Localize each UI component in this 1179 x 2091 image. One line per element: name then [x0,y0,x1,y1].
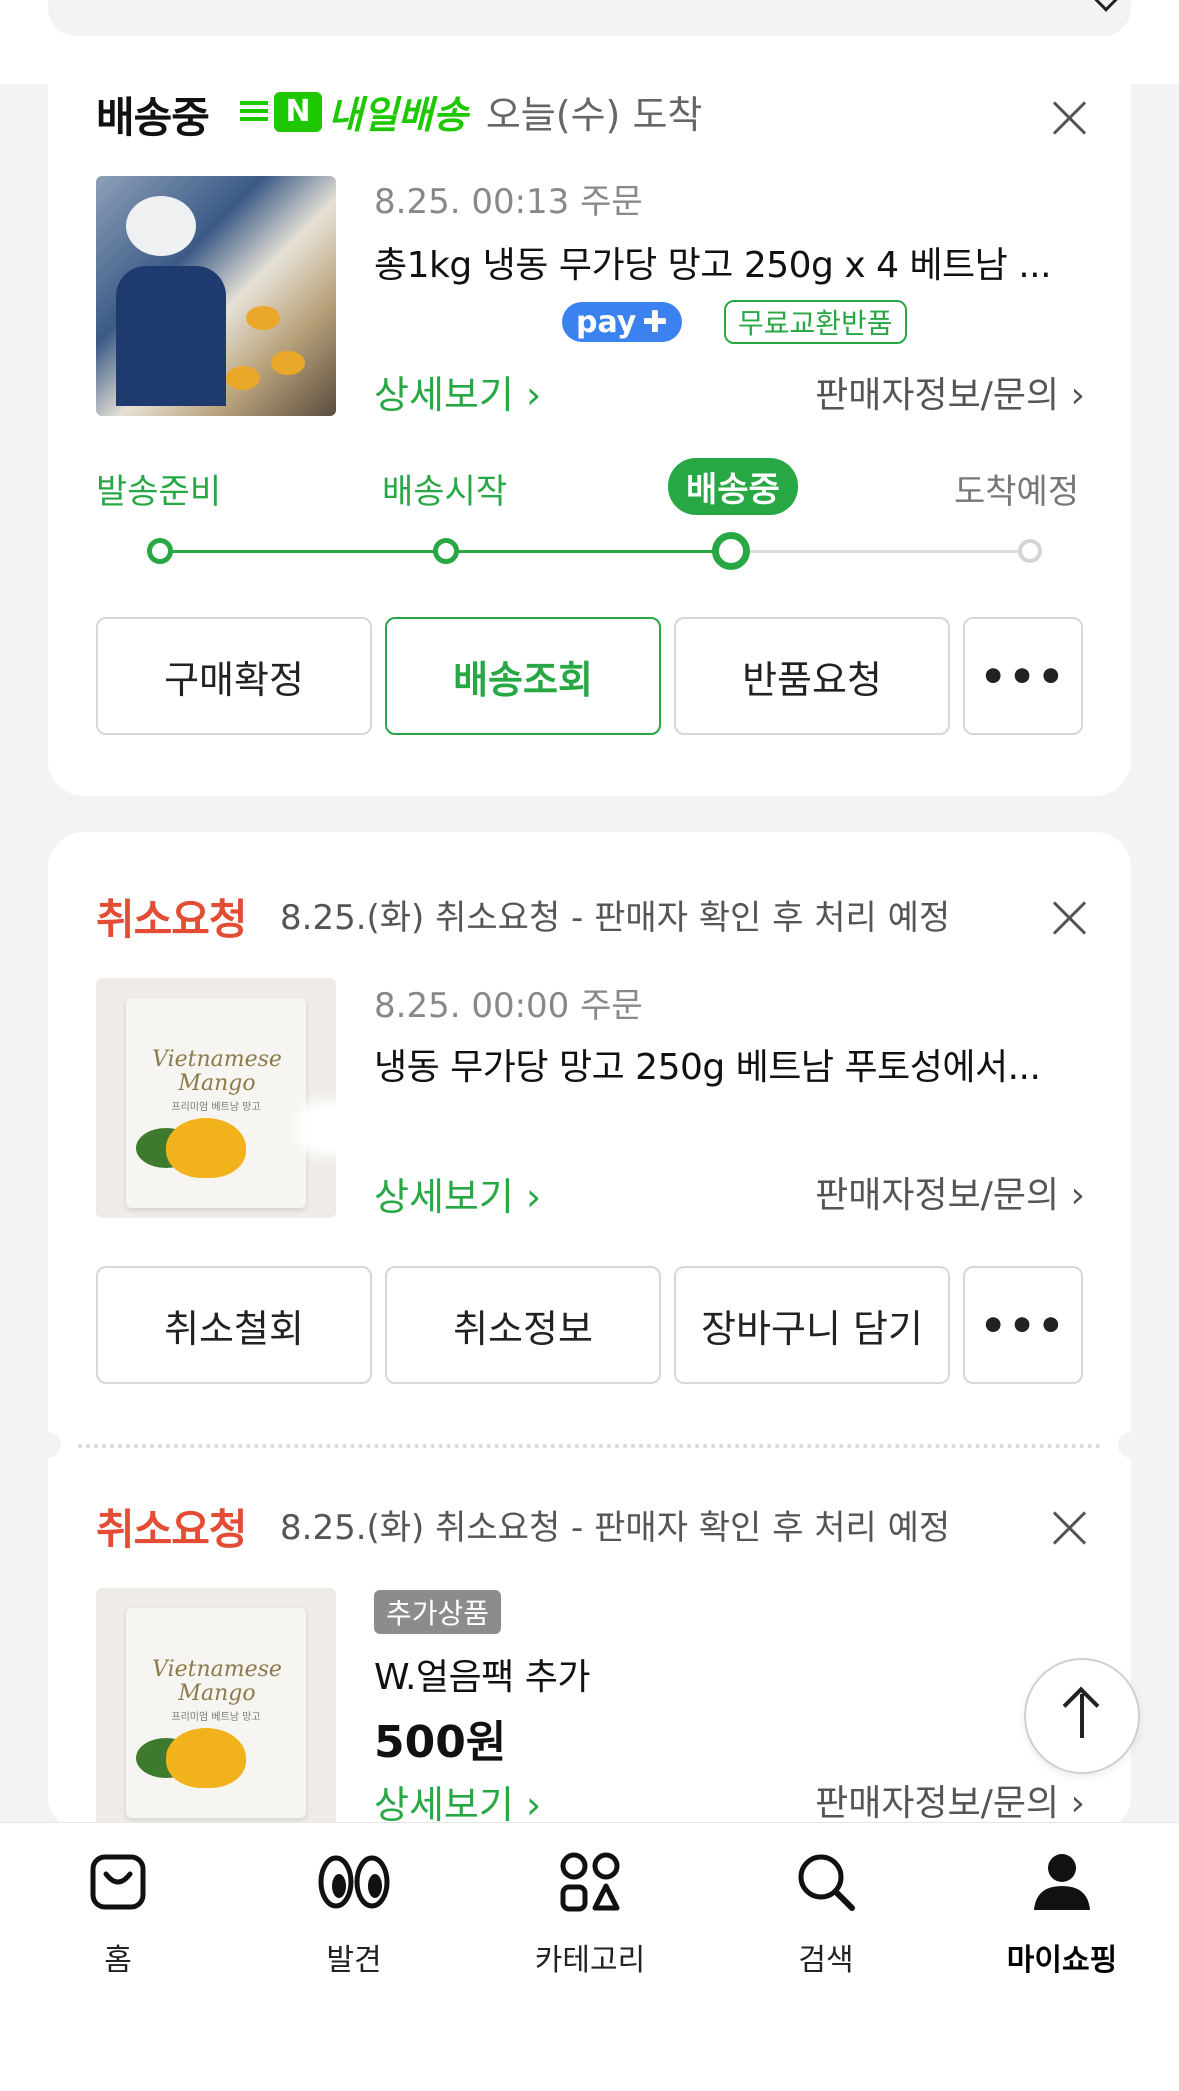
detail-link-label: 상세보기 [374,1175,514,1219]
product-name[interactable]: 총1kg 냉동 무가당 망고 250g x 4 베트남 ... [374,236,1094,288]
close-icon[interactable] [1052,1510,1088,1546]
chevron-right-icon: › [525,1783,542,1827]
free-return-badge: 무료교환반품 [724,300,907,344]
worker-figure [126,196,196,256]
progress-dot-current [712,532,750,570]
cancel-info-button[interactable]: 취소정보 [385,1266,661,1384]
nav-label: 홈 [104,1943,132,1978]
seller-link-label: 판매자정보/문의 [815,1175,1060,1216]
chevron-right-icon: › [525,373,542,417]
nav-label: 검색 [798,1943,854,1978]
nav-discover[interactable]: 발견 [274,1847,434,1979]
plus-icon: ✚ [642,304,668,340]
previous-card-edge [0,0,1179,84]
bag-subtitle: 프리미엄 베트남 망고 [171,1712,261,1723]
chevron-right-icon: › [1070,375,1085,416]
eyes-icon [274,1847,434,1917]
arrow-up-icon [1080,1694,1084,1738]
delivery-eta: 오늘(수) 도착 [485,93,703,137]
ticket-notch [35,1432,61,1458]
chevron-right-icon: › [1070,1175,1085,1216]
nav-home[interactable]: 홈 [38,1847,198,1979]
mango-shape [166,1728,246,1788]
worker-apron [116,266,226,406]
search-icon [746,1847,906,1917]
detail-link[interactable]: 상세보기 › [374,1166,541,1221]
step-start: 배송시작 [382,472,508,512]
return-request-button[interactable]: 반품요청 [674,617,950,735]
order-time: 8.25. 00:13 주문 [374,182,643,222]
more-options-button[interactable]: ••• [963,617,1083,735]
user-icon [982,1847,1142,1917]
track-delivery-button[interactable]: 배송조회 [385,617,661,735]
speed-lines-icon [240,100,268,123]
progress-dot [433,538,459,564]
progress-dot [147,538,173,564]
purchase-confirm-button[interactable]: 구매확정 [96,617,372,735]
progress-dot-future [1018,539,1042,563]
seller-info-link[interactable]: 판매자정보/문의 › [815,1166,1085,1218]
pay-label: pay [576,304,637,340]
order-status-title: 배송중 [96,93,210,142]
cancel-withdraw-button[interactable]: 취소철회 [96,1266,372,1384]
more-options-button[interactable]: ••• [963,1266,1083,1384]
bag-subtitle: 프리미엄 베트남 망고 [171,1102,261,1113]
product-thumbnail[interactable] [96,176,336,416]
detail-link[interactable]: 상세보기 › [374,364,541,419]
step-in-transit: 배송중 [668,458,798,515]
seller-link-label: 판매자정보/문의 [815,1783,1060,1824]
chevron-right-icon: › [525,1175,542,1219]
mango-piece [226,366,260,390]
close-icon[interactable] [1052,100,1088,136]
progress-line-pending [744,550,1034,553]
step-prepare: 발송준비 [96,472,222,512]
bag-brand-text: Vietnamese Mango [152,1047,282,1096]
ticket-notch [1118,1432,1144,1458]
nav-label: 카테고리 [534,1943,646,1978]
naver-pay-badge: pay ✚ [562,302,682,342]
product-thumbnail[interactable]: Vietnamese Mango 프리미엄 베트남 망고 [96,1588,336,1828]
product-name[interactable]: 냉동 무가당 망고 250g 베트남 푸토성에서... [374,1038,1094,1090]
cancel-description: 8.25.(화) 취소요청 - 판매자 확인 후 처리 예정 [280,898,951,938]
additional-item-tag: 추가상품 [374,1590,502,1634]
order-status-title: 취소요청 [96,1505,248,1554]
home-bag-icon [38,1847,198,1917]
cancel-description: 8.25.(화) 취소요청 - 판매자 확인 후 처리 예정 [280,1508,951,1548]
close-icon[interactable] [1052,900,1088,936]
nav-label: 마이쇼핑 [1006,1943,1118,1978]
seller-info-link[interactable]: 판매자정보/문의 › [815,1774,1085,1826]
category-icon [510,1847,670,1917]
order-time: 8.25. 00:00 주문 [374,986,643,1026]
nav-myshopping[interactable]: 마이쇼핑 [982,1847,1142,1979]
seller-link-label: 판매자정보/문의 [815,375,1060,416]
seller-info-link[interactable]: 판매자정보/문의 › [815,366,1085,418]
order-card-cancel: 취소요청 8.25.(화) 취소요청 - 판매자 확인 후 처리 예정 Viet… [35,832,1144,1832]
previous-card-bottom [48,0,1131,36]
product-thumbnail[interactable]: Vietnamese Mango 프리미엄 베트남 망고 [96,978,336,1218]
detail-link-label: 상세보기 [374,1783,514,1827]
step-arrival: 도착예정 [954,472,1080,512]
nav-category[interactable]: 카테고리 [510,1847,670,1979]
redacted-area [298,1100,818,1156]
order-card-shipping: 배송중 N 내일배송 오늘(수) 도착 8.25. 00:13 주문 총1kg … [48,84,1131,796]
mango-piece [271,351,305,375]
product-name[interactable]: W.얼음팩 추가 [374,1648,974,1700]
bottom-navigation: 홈 발견 카테고리 검색 마이쇼핑 [0,1822,1179,2091]
mango-piece [246,306,280,330]
bag-brand-text: Vietnamese Mango [152,1657,282,1706]
nav-search[interactable]: 검색 [746,1847,906,1979]
order-status-title: 취소요청 [96,895,248,944]
nav-label: 발견 [326,1943,382,1978]
item-divider [78,1444,1101,1448]
add-to-cart-button[interactable]: 장바구니 담기 [674,1266,950,1384]
scroll-to-top-button[interactable] [1024,1658,1140,1774]
detail-link-label: 상세보기 [374,373,514,417]
item-price: 500원 [374,1717,507,1768]
chevron-right-icon: › [1070,1783,1085,1824]
detail-link[interactable]: 상세보기 › [374,1774,541,1829]
naver-n-icon: N [274,91,322,132]
delivery-type-label: 내일배송 [328,93,468,137]
tomorrow-delivery-badge: N 내일배송 오늘(수) 도착 [240,84,702,139]
mango-shape [166,1118,246,1178]
